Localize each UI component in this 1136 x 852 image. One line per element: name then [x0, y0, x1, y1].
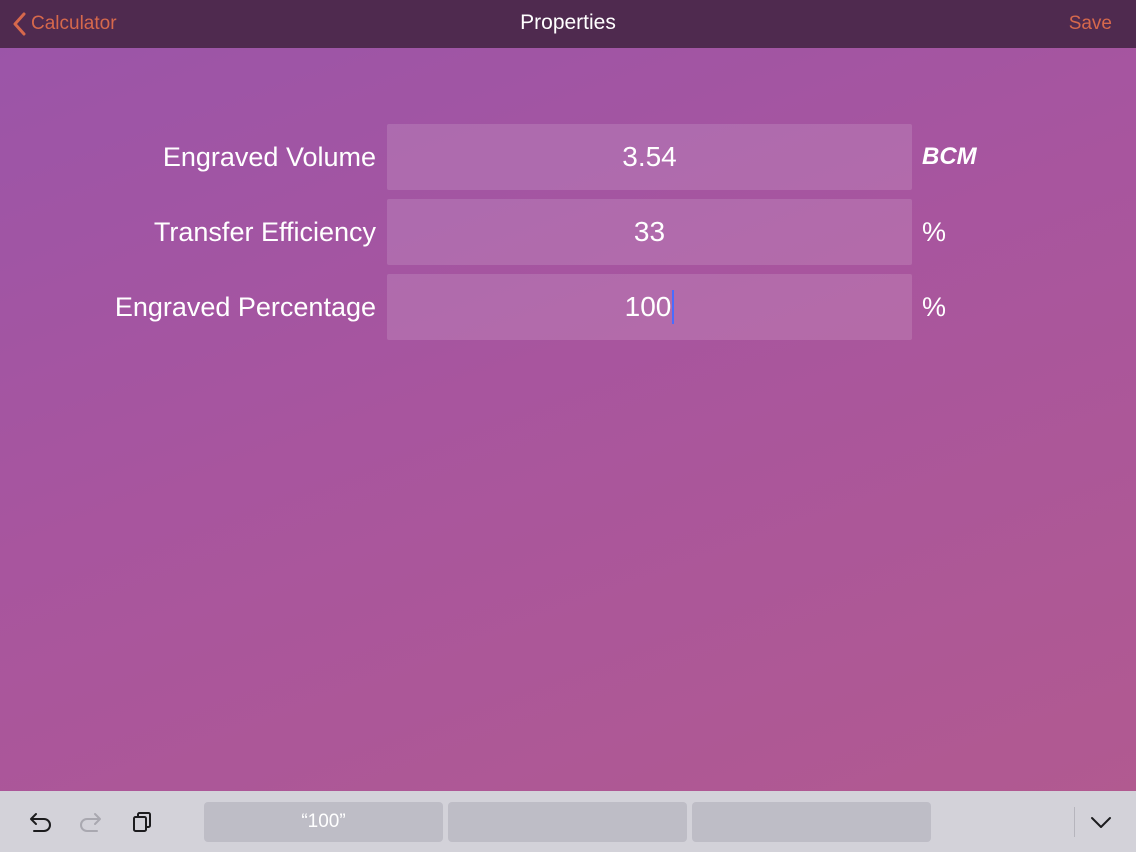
engraved-percentage-label: Engraved Percentage: [114, 292, 376, 322]
paste-icon: [133, 812, 151, 832]
text-caret: [672, 290, 675, 324]
engraved-volume-row: Engraved Volume 3.54 BCM: [0, 124, 1136, 190]
engraved-percentage-unit: %: [922, 292, 947, 322]
suggestion-2[interactable]: [448, 802, 687, 842]
engraved-percentage-value: 100: [624, 291, 672, 322]
redo-icon: [80, 813, 101, 832]
transfer-efficiency-unit: %: [922, 217, 947, 247]
navigation-bar: Calculator Properties Save: [0, 0, 1136, 48]
chevron-down-icon: [1091, 817, 1111, 828]
keyboard-bar-divider: [1074, 807, 1075, 837]
engraved-volume-value: 3.54: [622, 141, 677, 172]
engraved-volume-label: Engraved Volume: [162, 142, 376, 172]
properties-screen: Calculator Properties Save Engraved Volu…: [0, 0, 1136, 852]
dismiss-keyboard-button[interactable]: [1086, 807, 1116, 837]
engraved-volume-unit: BCM: [922, 143, 977, 170]
transfer-efficiency-label: Transfer Efficiency: [153, 217, 376, 247]
redo-button[interactable]: [76, 807, 106, 837]
transfer-efficiency-value: 33: [633, 216, 666, 247]
transfer-efficiency-row: Transfer Efficiency 33 %: [0, 199, 1136, 265]
save-button[interactable]: Save: [1069, 13, 1112, 35]
paste-button[interactable]: [127, 807, 157, 837]
transfer-efficiency-field[interactable]: 33: [387, 199, 912, 265]
undo-button[interactable]: [25, 807, 55, 837]
suggestion-3[interactable]: [692, 802, 931, 842]
keyboard-shortcut-bar: “100”: [0, 791, 1136, 852]
page-title: Properties: [520, 11, 616, 34]
engraved-percentage-row: Engraved Percentage 100 %: [0, 274, 1136, 340]
suggestion-1[interactable]: “100”: [204, 802, 443, 842]
engraved-volume-field[interactable]: 3.54: [387, 124, 912, 190]
engraved-percentage-field[interactable]: 100: [387, 274, 912, 340]
undo-icon: [30, 813, 51, 832]
